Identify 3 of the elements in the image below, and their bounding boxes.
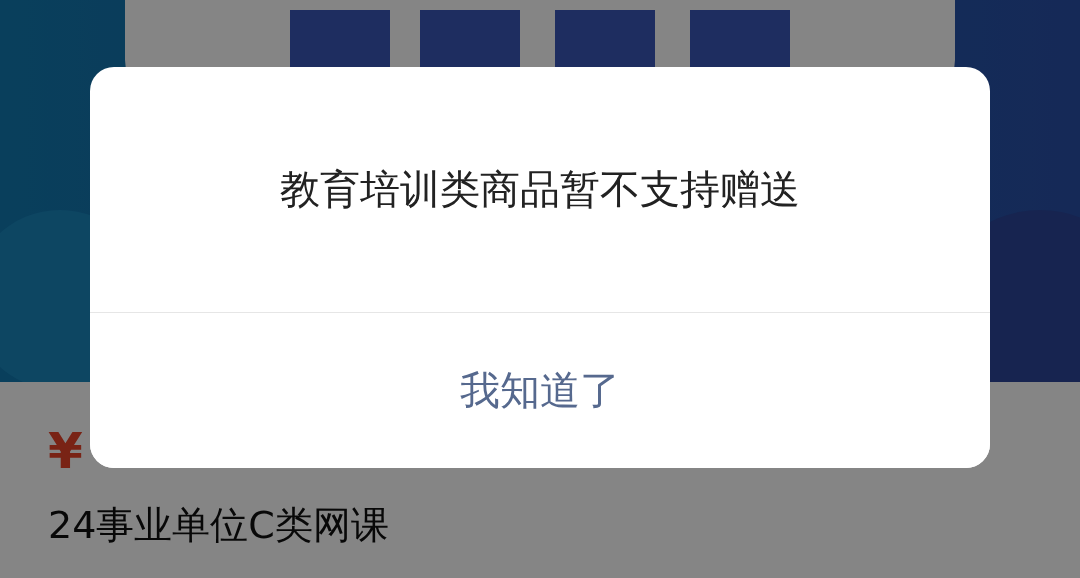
price: ¥ xyxy=(48,421,84,482)
product-title: 24事业单位C类网课 xyxy=(48,502,390,549)
dialog-message: 教育培训类商品暂不支持赠送 xyxy=(280,165,800,214)
